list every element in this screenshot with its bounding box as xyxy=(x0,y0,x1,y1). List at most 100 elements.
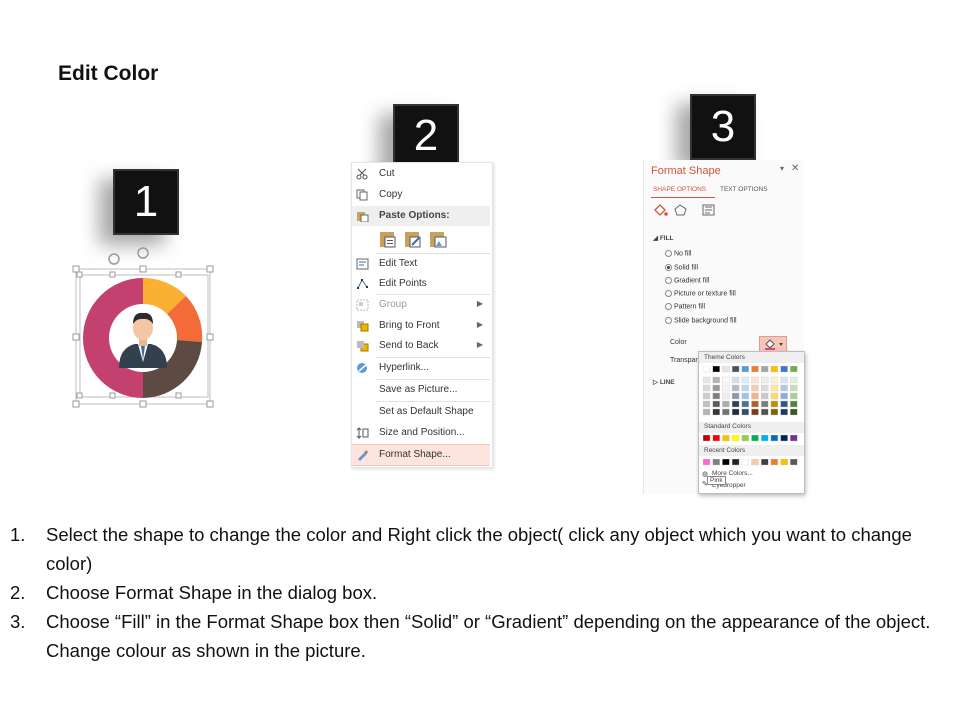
rotate-handle-icon[interactable] xyxy=(108,247,149,265)
theme-color-swatch[interactable] xyxy=(722,392,730,400)
menu-item-edit-text[interactable]: Edit Text xyxy=(352,254,490,274)
theme-color-swatch[interactable] xyxy=(712,392,720,400)
theme-color-swatch[interactable] xyxy=(703,384,711,392)
standard-color-swatch[interactable] xyxy=(770,435,779,442)
close-icon[interactable]: ✕ xyxy=(791,163,799,174)
theme-color-swatch[interactable] xyxy=(731,366,740,373)
recent-color-swatch[interactable] xyxy=(703,459,711,466)
fill-option-pattern-fill[interactable]: Pattern fill xyxy=(665,303,705,310)
theme-color-swatch[interactable] xyxy=(751,384,759,392)
theme-color-swatch[interactable] xyxy=(712,366,720,373)
theme-color-swatch[interactable] xyxy=(712,400,720,408)
theme-color-swatch[interactable] xyxy=(731,376,740,384)
menu-item-copy[interactable]: Copy xyxy=(352,185,490,205)
menu-item-group[interactable]: Group ▶ xyxy=(352,295,490,315)
theme-color-swatch[interactable] xyxy=(712,376,720,384)
menu-item-set-default-shape[interactable]: Set as Default Shape xyxy=(352,402,490,422)
standard-color-swatch[interactable] xyxy=(751,435,759,442)
standard-color-swatch[interactable] xyxy=(780,435,788,442)
recent-color-row[interactable] xyxy=(703,459,801,467)
line-section-header[interactable]: ▷ LINE xyxy=(653,378,675,386)
paste-keep-source-icon[interactable] xyxy=(380,232,396,248)
theme-color-swatch[interactable] xyxy=(722,384,730,392)
theme-color-swatch[interactable] xyxy=(703,400,711,408)
theme-color-swatch[interactable] xyxy=(761,400,769,408)
theme-color-swatch[interactable] xyxy=(751,366,759,373)
theme-color-swatch[interactable] xyxy=(790,392,798,400)
theme-color-swatch[interactable] xyxy=(731,392,740,400)
menu-item-edit-points[interactable]: Edit Points xyxy=(352,274,490,294)
theme-color-swatch[interactable] xyxy=(751,376,759,384)
theme-color-swatch[interactable] xyxy=(741,400,749,408)
theme-color-swatch[interactable] xyxy=(712,408,720,416)
theme-color-swatch[interactable] xyxy=(731,384,740,392)
theme-color-swatch[interactable] xyxy=(751,400,759,408)
theme-color-swatch[interactable] xyxy=(703,366,711,373)
theme-color-swatch[interactable] xyxy=(722,366,730,373)
standard-color-swatch[interactable] xyxy=(722,435,730,442)
tab-text-options[interactable]: TEXT OPTIONS xyxy=(720,186,768,193)
theme-color-swatch[interactable] xyxy=(780,392,788,400)
recent-color-swatch[interactable] xyxy=(770,459,779,466)
recent-color-swatch[interactable] xyxy=(722,459,730,466)
fill-option-slide-background[interactable]: Slide background fill xyxy=(665,317,737,324)
standard-color-swatch[interactable] xyxy=(761,435,769,442)
standard-color-swatch[interactable] xyxy=(790,435,798,442)
tab-shape-options[interactable]: SHAPE OPTIONS xyxy=(653,186,706,193)
standard-color-row[interactable] xyxy=(703,435,801,443)
theme-color-swatch[interactable] xyxy=(761,366,769,373)
recent-color-swatch[interactable] xyxy=(790,459,798,466)
theme-color-swatch[interactable] xyxy=(741,384,749,392)
theme-color-swatch[interactable] xyxy=(780,400,788,408)
selected-donut-shape[interactable] xyxy=(68,240,218,415)
theme-color-swatch[interactable] xyxy=(780,384,788,392)
theme-color-swatch[interactable] xyxy=(741,408,749,416)
effects-icon[interactable] xyxy=(674,204,687,216)
theme-color-swatch[interactable] xyxy=(703,392,711,400)
theme-color-swatch[interactable] xyxy=(770,384,779,392)
recent-color-swatch[interactable] xyxy=(741,459,749,466)
menu-item-save-as-picture[interactable]: Save as Picture... xyxy=(352,380,490,400)
fill-option-no-fill[interactable]: No fill xyxy=(665,250,691,257)
theme-color-swatch[interactable] xyxy=(790,376,798,384)
standard-color-swatch[interactable] xyxy=(703,435,711,442)
theme-color-swatch[interactable] xyxy=(780,366,788,373)
size-properties-icon[interactable] xyxy=(702,204,715,216)
color-picker-button[interactable] xyxy=(759,336,787,352)
fill-option-gradient-fill[interactable]: Gradient fill xyxy=(665,277,709,284)
theme-color-grid[interactable] xyxy=(703,366,801,422)
menu-item-size-and-position[interactable]: Size and Position... xyxy=(352,423,490,443)
theme-color-swatch[interactable] xyxy=(770,366,779,373)
fill-option-solid-fill[interactable]: Solid fill xyxy=(665,264,698,271)
menu-item-hyperlink[interactable]: Hyperlink... xyxy=(352,358,490,378)
standard-color-swatch[interactable] xyxy=(741,435,749,442)
theme-color-swatch[interactable] xyxy=(790,384,798,392)
theme-color-swatch[interactable] xyxy=(741,392,749,400)
menu-item-cut[interactable]: Cut xyxy=(352,164,490,184)
theme-color-swatch[interactable] xyxy=(780,408,788,416)
theme-color-swatch[interactable] xyxy=(761,408,769,416)
menu-item-format-shape[interactable]: Format Shape... xyxy=(352,444,490,466)
theme-color-swatch[interactable] xyxy=(761,376,769,384)
theme-color-swatch[interactable] xyxy=(703,376,711,384)
fill-section-header[interactable]: ◢ FILL xyxy=(653,234,674,242)
theme-color-swatch[interactable] xyxy=(761,384,769,392)
recent-color-swatch[interactable] xyxy=(761,459,769,466)
theme-color-swatch[interactable] xyxy=(731,408,740,416)
theme-color-swatch[interactable] xyxy=(790,408,798,416)
recent-color-swatch[interactable] xyxy=(780,459,788,466)
theme-color-swatch[interactable] xyxy=(790,400,798,408)
standard-color-swatch[interactable] xyxy=(731,435,740,442)
fill-option-picture-fill[interactable]: Picture or texture fill xyxy=(665,290,736,297)
theme-color-swatch[interactable] xyxy=(770,400,779,408)
paste-picture-icon[interactable] xyxy=(430,232,447,248)
paste-use-destination-icon[interactable] xyxy=(405,232,421,248)
standard-color-swatch[interactable] xyxy=(712,435,720,442)
menu-item-send-to-back[interactable]: Send to Back ▶ xyxy=(352,336,490,356)
fill-line-icon[interactable] xyxy=(654,204,668,216)
theme-color-swatch[interactable] xyxy=(751,408,759,416)
theme-color-swatch[interactable] xyxy=(751,392,759,400)
menu-item-bring-to-front[interactable]: Bring to Front ▶ xyxy=(352,316,490,336)
theme-color-swatch[interactable] xyxy=(741,376,749,384)
theme-color-swatch[interactable] xyxy=(722,400,730,408)
